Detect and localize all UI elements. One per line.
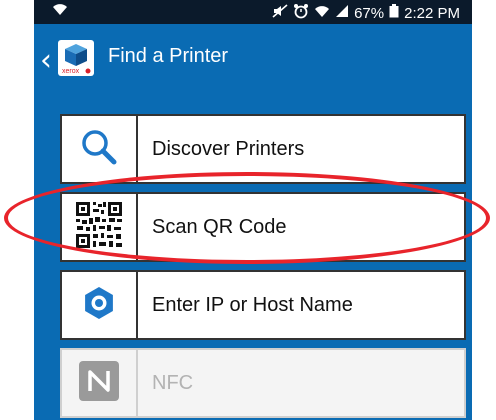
mute-icon [272, 4, 288, 22]
page-title: Find a Printer [108, 45, 229, 67]
icon-cell [62, 194, 138, 260]
enter-ip-option[interactable]: Enter IP or Host Name [60, 270, 466, 340]
nfc-icon [77, 359, 121, 408]
option-label: NFC [152, 371, 194, 394]
battery-percent: 67% [354, 4, 385, 22]
qr-code-icon [74, 199, 124, 255]
option-label: Scan QR Code [152, 215, 287, 238]
find-printer-options: Discover Printers Scan QR Code Enter IP … [60, 114, 466, 420]
signal-icon [335, 4, 349, 22]
option-label: Enter IP or Host Name [152, 293, 353, 316]
discover-printers-option[interactable]: Discover Printers [60, 114, 466, 184]
phone-screen: 67% 2:22 PM ‹ xerox Find a Printer Disco… [34, 0, 472, 420]
status-icons: 67% 2:22 PM [272, 3, 460, 23]
alarm-icon [293, 3, 309, 23]
gear-icon [81, 285, 117, 326]
option-label: Discover Printers [152, 137, 305, 160]
xerox-logo[interactable]: xerox [58, 40, 94, 76]
battery-icon [389, 4, 399, 22]
icon-cell [62, 116, 138, 182]
nfc-option[interactable]: NFC [60, 348, 466, 418]
scan-qr-code-option[interactable]: Scan QR Code [60, 192, 466, 262]
back-arrow-icon[interactable]: ‹ [40, 46, 52, 76]
wifi-icon [314, 4, 330, 22]
status-bar: 67% 2:22 PM [34, 0, 472, 24]
wifi-icon [52, 2, 68, 20]
icon-cell [62, 350, 138, 416]
app-bar: ‹ xerox Find a Printer [34, 24, 472, 96]
search-icon [80, 128, 118, 171]
clock: 2:22 PM [404, 4, 460, 22]
icon-cell [62, 272, 138, 338]
logo-text: xerox [62, 68, 80, 75]
